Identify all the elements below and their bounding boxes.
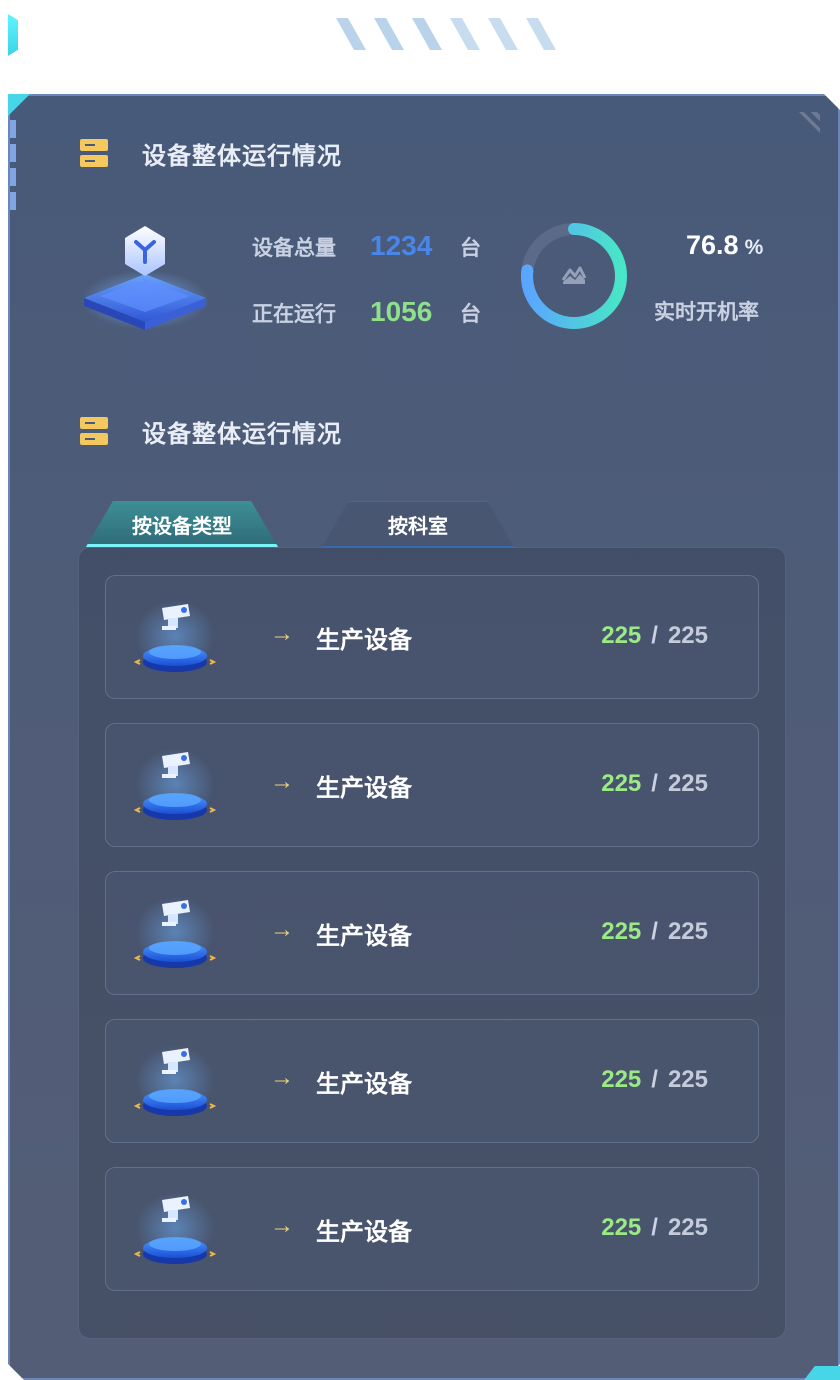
total-label: 设备总量	[252, 237, 336, 260]
section-title: 设备整体运行情况	[142, 420, 342, 448]
count-separator: /	[651, 918, 658, 945]
uptime-rate-label: 实时开机率	[654, 301, 759, 324]
total-devices-stat: 设备总量 1234 台	[252, 230, 481, 262]
total-count: 225	[667, 770, 708, 797]
device-card[interactable]: → 生产设备 225 / 225	[105, 871, 759, 995]
running-count: 225	[601, 770, 642, 797]
running-count: 225	[601, 622, 642, 649]
section-title: 设备整体运行情况	[142, 142, 342, 170]
arrow-right-icon: →	[270, 1064, 294, 1091]
uptime-ring-chart	[521, 223, 627, 329]
total-count: 225	[667, 1214, 708, 1241]
section-header-breakdown: 设备整体运行情况	[80, 416, 342, 448]
device-card[interactable]: → 生产设备 225 / 225	[105, 723, 759, 847]
uptime-rate: 76.8%	[686, 230, 763, 261]
device-platform-icon	[81, 226, 209, 330]
arrow-right-icon: →	[270, 768, 294, 795]
device-card[interactable]: → 生产设备 225 / 225	[105, 1019, 759, 1143]
device-card[interactable]: → 生产设备 225 / 225	[105, 1167, 759, 1291]
device-count: 225 / 225	[601, 622, 708, 650]
device-name: 生产设备	[316, 1071, 412, 1098]
tab-by-department[interactable]: 按科室	[322, 501, 514, 547]
device-count: 225 / 225	[601, 770, 708, 798]
camera-icon	[132, 744, 218, 828]
uptime-rate-value: 76.8	[686, 230, 739, 260]
count-separator: /	[651, 1066, 658, 1093]
total-count: 225	[667, 622, 708, 649]
device-card[interactable]: → 生产设备 225 / 225	[105, 575, 759, 699]
camera-icon	[132, 596, 218, 680]
running-count: 225	[601, 1066, 642, 1093]
arrow-right-icon: →	[270, 1212, 294, 1239]
device-name: 生产设备	[316, 1219, 412, 1246]
header-stripes-decoration	[336, 18, 556, 50]
device-name: 生产设备	[316, 627, 412, 654]
camera-icon	[132, 1040, 218, 1124]
arrow-right-icon: →	[270, 620, 294, 647]
top-left-accent	[8, 14, 18, 56]
count-separator: /	[651, 770, 658, 797]
server-icon	[80, 139, 108, 167]
running-value: 1056	[370, 296, 433, 327]
device-count: 225 / 225	[601, 1066, 708, 1094]
section-header-overview: 设备整体运行情况	[80, 138, 342, 170]
running-count: 225	[601, 1214, 642, 1241]
count-separator: /	[651, 622, 658, 649]
running-label: 正在运行	[252, 303, 336, 326]
tab-by-device-type[interactable]: 按设备类型	[86, 501, 278, 547]
arrow-right-icon: →	[270, 916, 294, 943]
device-name: 生产设备	[316, 775, 412, 802]
panel-edge-decoration	[10, 120, 16, 210]
running-unit: 台	[460, 303, 481, 326]
total-unit: 台	[460, 237, 481, 260]
device-name: 生产设备	[316, 923, 412, 950]
uptime-rate-unit: %	[744, 236, 764, 259]
running-devices-stat: 正在运行 1056 台	[252, 296, 481, 328]
chart-icon	[561, 266, 587, 284]
server-icon	[80, 417, 108, 445]
device-list: → 生产设备 225 / 225 → 生产设备 225 / 225 → 生产设备 225…	[78, 547, 786, 1339]
device-count: 225 / 225	[601, 918, 708, 946]
running-count: 225	[601, 918, 642, 945]
camera-icon	[132, 892, 218, 976]
total-count: 225	[667, 918, 708, 945]
camera-icon	[132, 1188, 218, 1272]
total-count: 225	[667, 1066, 708, 1093]
count-separator: /	[651, 1214, 658, 1241]
total-value: 1234	[370, 230, 433, 261]
device-count: 225 / 225	[601, 1214, 708, 1242]
